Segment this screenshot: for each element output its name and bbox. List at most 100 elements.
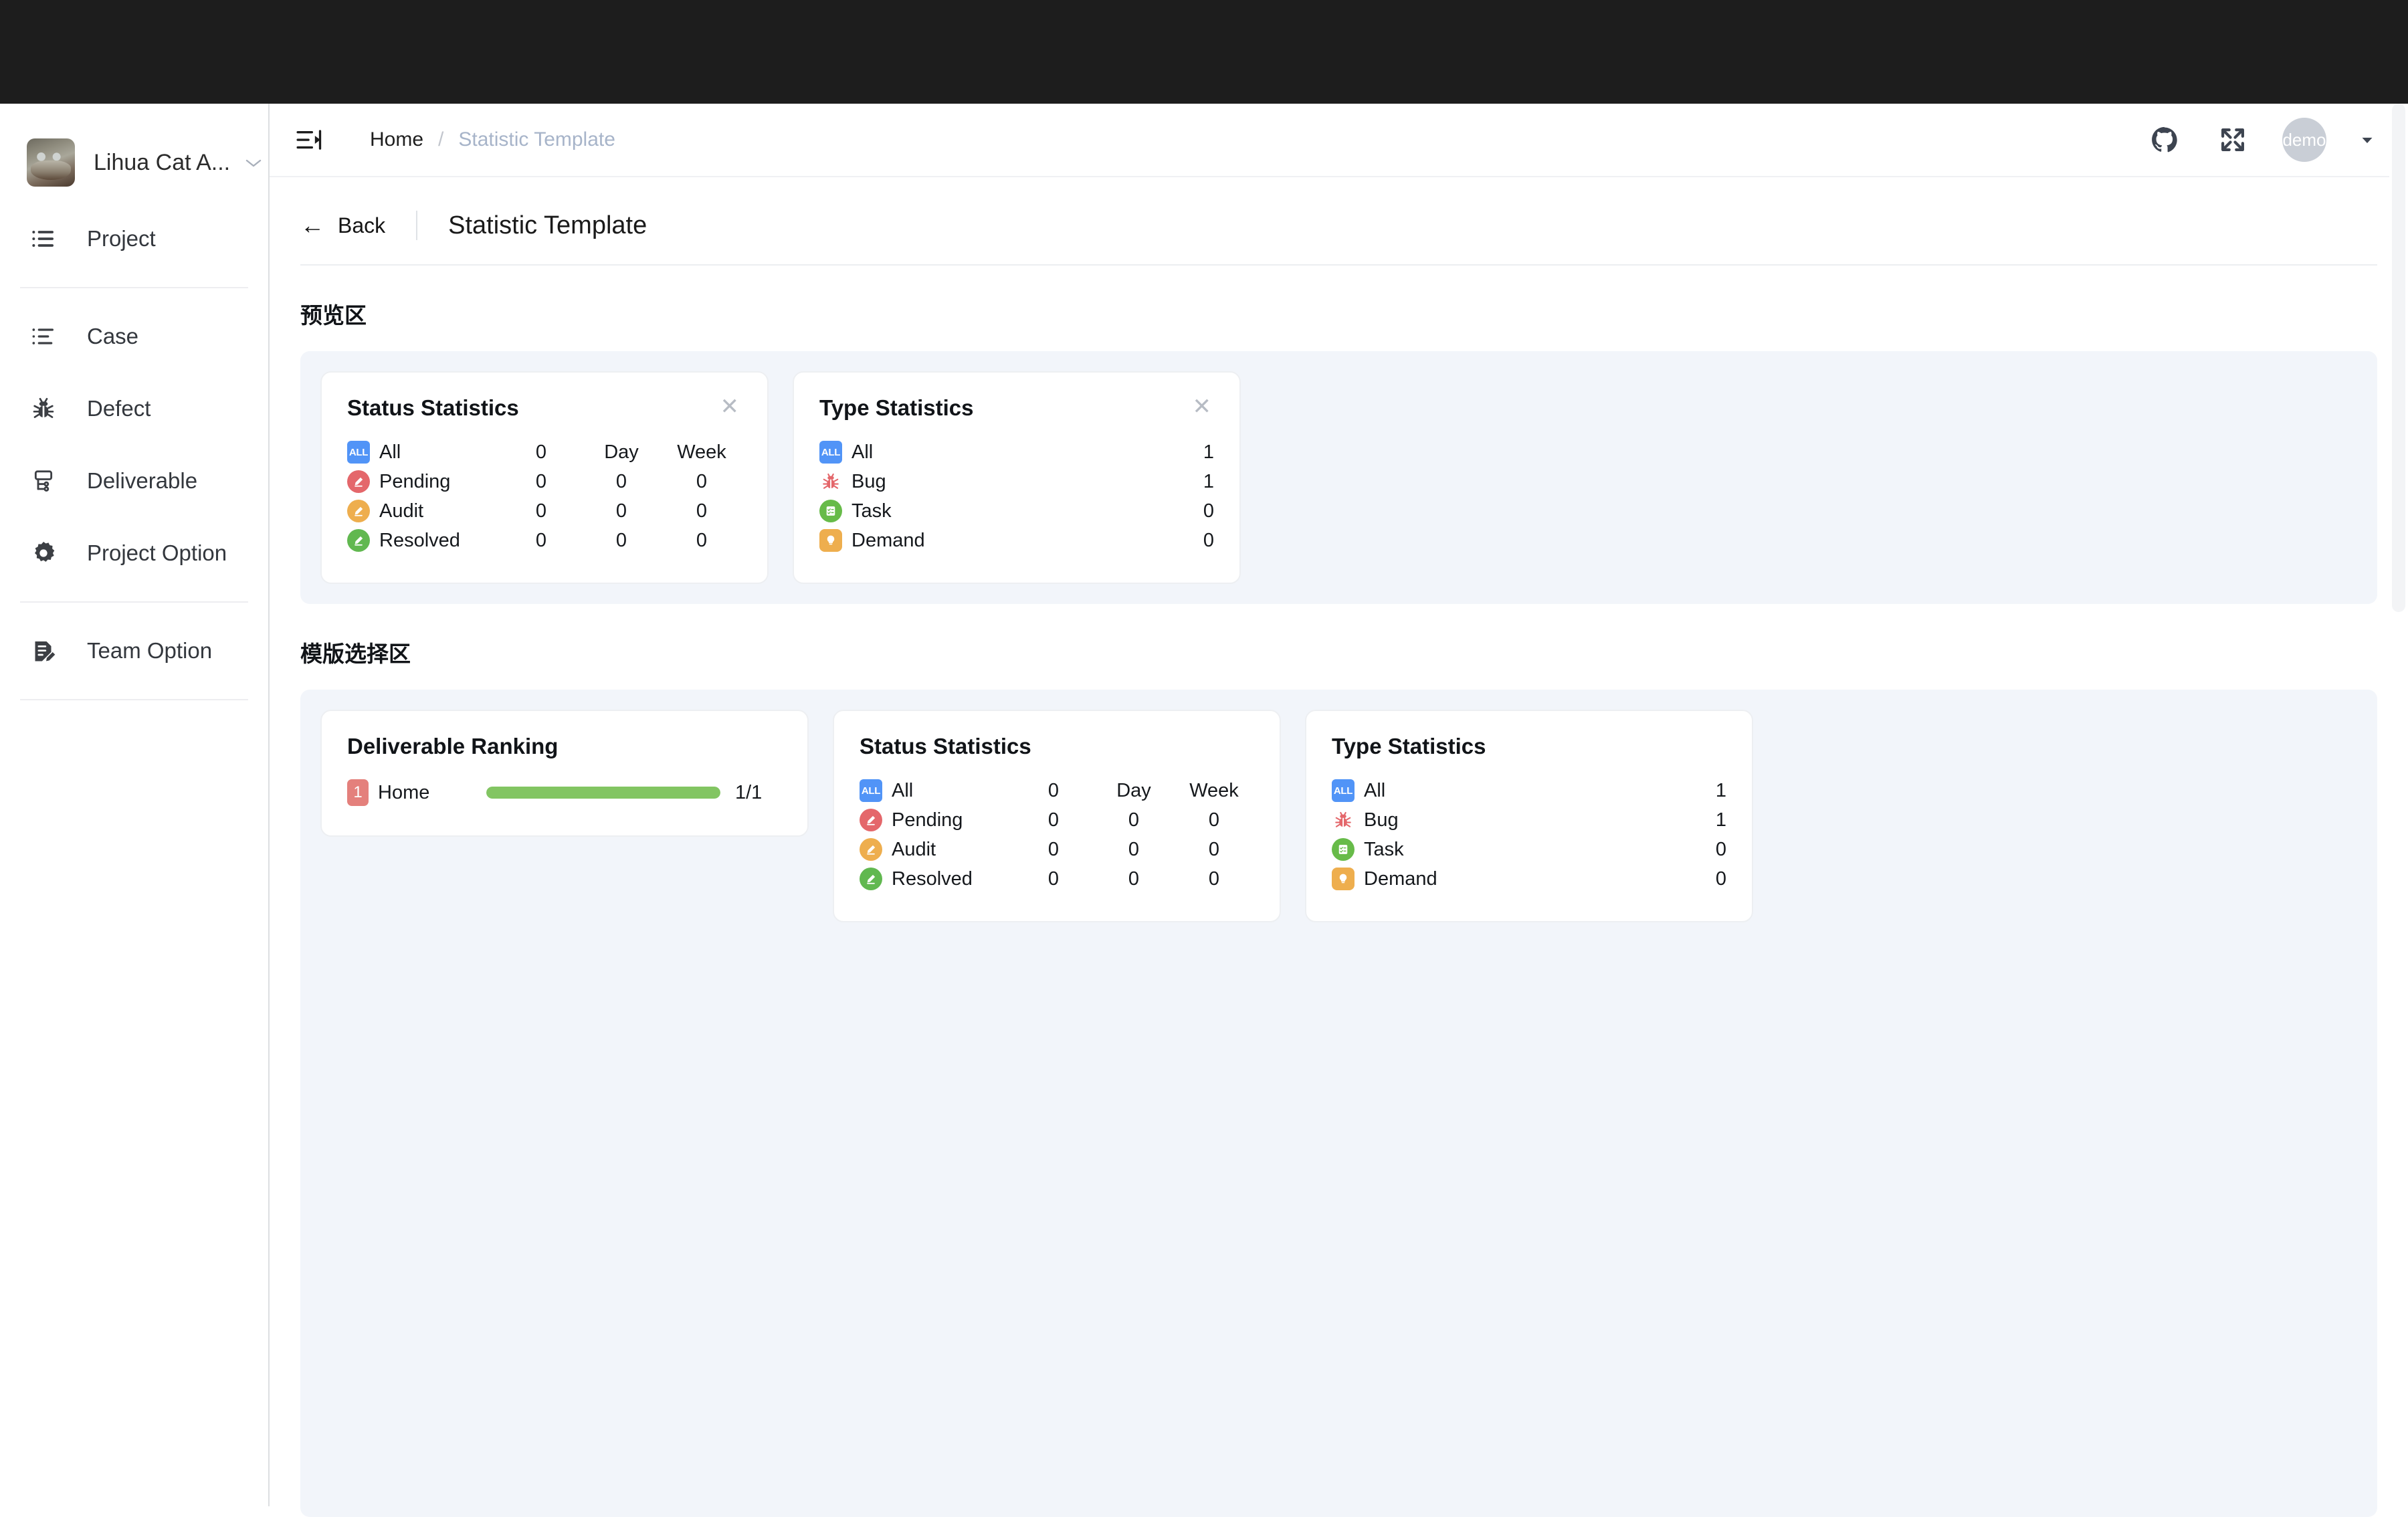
page-scrollbar-thumb[interactable] (2392, 104, 2405, 612)
ordered-list-icon (28, 321, 59, 352)
menu-collapse-icon[interactable] (290, 121, 327, 159)
card-header: Status Statistics ✕ (347, 395, 742, 421)
stat-row: Audit 0 0 0 (347, 497, 742, 525)
sidebar-item-label: Defect (87, 396, 151, 421)
stat-value-total: 1 (1203, 470, 1214, 492)
card-title: Type Statistics (819, 395, 974, 420)
breadcrumb-home[interactable]: Home (370, 128, 423, 151)
stat-row: Audit 0 0 0 (860, 835, 1254, 864)
card-header: Type Statistics ✕ (819, 395, 1214, 421)
stat-value-total: 0 (535, 470, 547, 492)
template-card-status-statistics[interactable]: Status Statistics ALL All 0 Day Week Pen… (833, 710, 1281, 922)
preview-card-status-statistics[interactable]: Status Statistics ✕ ALL All 0 Day Week P… (320, 371, 769, 584)
app-shell: Lihua Cat A... Project Case Defect Deliv… (0, 104, 2408, 1517)
stat-label: Demand (1364, 868, 1437, 890)
stat-label: Pending (892, 809, 963, 831)
stat-label: Audit (892, 838, 936, 860)
sidebar-item-label: Deliverable (87, 468, 198, 493)
stat-values: 0 0 0 (1013, 809, 1254, 831)
stat-row: Bug 1 (819, 468, 1214, 496)
stat-label: Demand (851, 529, 925, 551)
card-header: Deliverable Ranking (347, 734, 782, 759)
resolved-glyph (860, 868, 882, 890)
deliverable-icon (28, 466, 59, 496)
progress-fill (486, 787, 720, 799)
team-switcher[interactable]: Lihua Cat A... (0, 122, 268, 203)
page-scrollbar[interactable] (2389, 104, 2408, 1506)
all-badge-icon: ALL (860, 779, 882, 802)
stat-row: Demand 0 (819, 526, 1214, 554)
stat-label: Task (851, 500, 892, 522)
task-glyph (819, 500, 842, 522)
card-header: Status Statistics (860, 734, 1254, 759)
stat-value-total: 0 (1715, 838, 1726, 860)
close-icon[interactable]: ✕ (718, 395, 742, 418)
stat-row: Demand 0 (1332, 865, 1726, 893)
topbar: Home / Statistic Template demo (270, 104, 2408, 177)
sidebar-item-project-option[interactable]: Project Option (0, 517, 268, 589)
stat-row: Pending 0 0 0 (860, 806, 1254, 834)
caret-down-icon[interactable] (2357, 130, 2377, 150)
sidebar-item-defect[interactable]: Defect (0, 373, 268, 445)
stat-value-total: 0 (1047, 809, 1060, 831)
breadcrumb-current: Statistic Template (458, 128, 615, 150)
resolved-icon (347, 529, 370, 552)
back-button[interactable]: ← Back (300, 213, 385, 238)
preview-card-type-statistics[interactable]: Type Statistics ✕ ALL All 1 Bug 1 Task 0… (793, 371, 1241, 584)
sidebar-item-deliverable[interactable]: Deliverable (0, 445, 268, 517)
close-icon[interactable]: ✕ (1190, 395, 1215, 418)
sidebar-item-case[interactable]: Case (0, 300, 268, 373)
stat-label: Pending (379, 470, 451, 492)
stat-column-day: Day (1116, 779, 1151, 801)
resolved-glyph (347, 529, 370, 552)
topbar-actions: demo (2146, 118, 2377, 162)
breadcrumb: Home / Statistic Template (370, 128, 615, 151)
ranking-row: 1 Home 1/1 (347, 777, 782, 809)
stat-values: 1 (1686, 780, 1726, 802)
browser-chrome-bar (0, 0, 2408, 104)
template-card-type-statistics[interactable]: Type Statistics ALL All 1 Bug 1 Task 0 D… (1305, 710, 1753, 922)
stat-row: ALL All 1 (819, 438, 1214, 466)
fullscreen-icon[interactable] (2214, 121, 2251, 159)
stat-value-day: 0 (615, 500, 627, 522)
chevron-down-icon (245, 154, 262, 171)
sidebar-item-label: Team Option (87, 638, 213, 663)
all-badge-icon: ALL (1332, 779, 1354, 802)
stat-label: Task (1364, 838, 1404, 860)
stat-row: Pending 0 0 0 (347, 468, 742, 496)
page-header: ← Back Statistic Template (270, 187, 2408, 264)
sidebar-item-project[interactable]: Project (0, 203, 268, 275)
stat-value-total: 0 (1203, 529, 1214, 551)
stat-row: Task 0 (819, 497, 1214, 525)
back-button-label: Back (338, 213, 386, 237)
sidebar: Lihua Cat A... Project Case Defect Deliv… (0, 104, 270, 1506)
stat-value-total: 1 (1715, 779, 1726, 801)
page-title: Statistic Template (448, 211, 647, 239)
stat-values: 1 (1174, 471, 1214, 493)
stat-value-day: 0 (615, 529, 627, 551)
all-badge-text: ALL (1332, 779, 1354, 802)
rank-name: Home (378, 781, 430, 803)
stat-row: ALL All 1 (1332, 777, 1726, 805)
arrow-left-icon: ← (300, 211, 324, 239)
pending-icon (860, 809, 882, 831)
github-icon[interactable] (2146, 121, 2183, 159)
pending-glyph (347, 470, 370, 493)
stat-column-day: Day (604, 441, 639, 463)
header-divider (416, 211, 418, 240)
stat-label: All (892, 779, 914, 801)
stat-values: 0 0 0 (1013, 839, 1254, 861)
stat-value-week: 0 (1208, 838, 1220, 860)
template-card-deliverable-ranking[interactable]: Deliverable Ranking 1 Home 1/1 (320, 710, 809, 837)
sidebar-divider-1 (20, 287, 248, 288)
stat-column-week: Week (677, 441, 726, 463)
team-name: Lihua Cat A... (94, 149, 231, 175)
stat-column-week: Week (1189, 779, 1239, 801)
avatar[interactable]: demo (2282, 118, 2326, 162)
sidebar-item-team-option[interactable]: Team Option (0, 615, 268, 687)
task-icon (819, 500, 842, 522)
preview-area: Status Statistics ✕ ALL All 0 Day Week P… (300, 351, 2377, 604)
all-badge-icon: ALL (347, 441, 370, 464)
stat-label: Resolved (892, 868, 973, 890)
pending-icon (347, 470, 370, 493)
